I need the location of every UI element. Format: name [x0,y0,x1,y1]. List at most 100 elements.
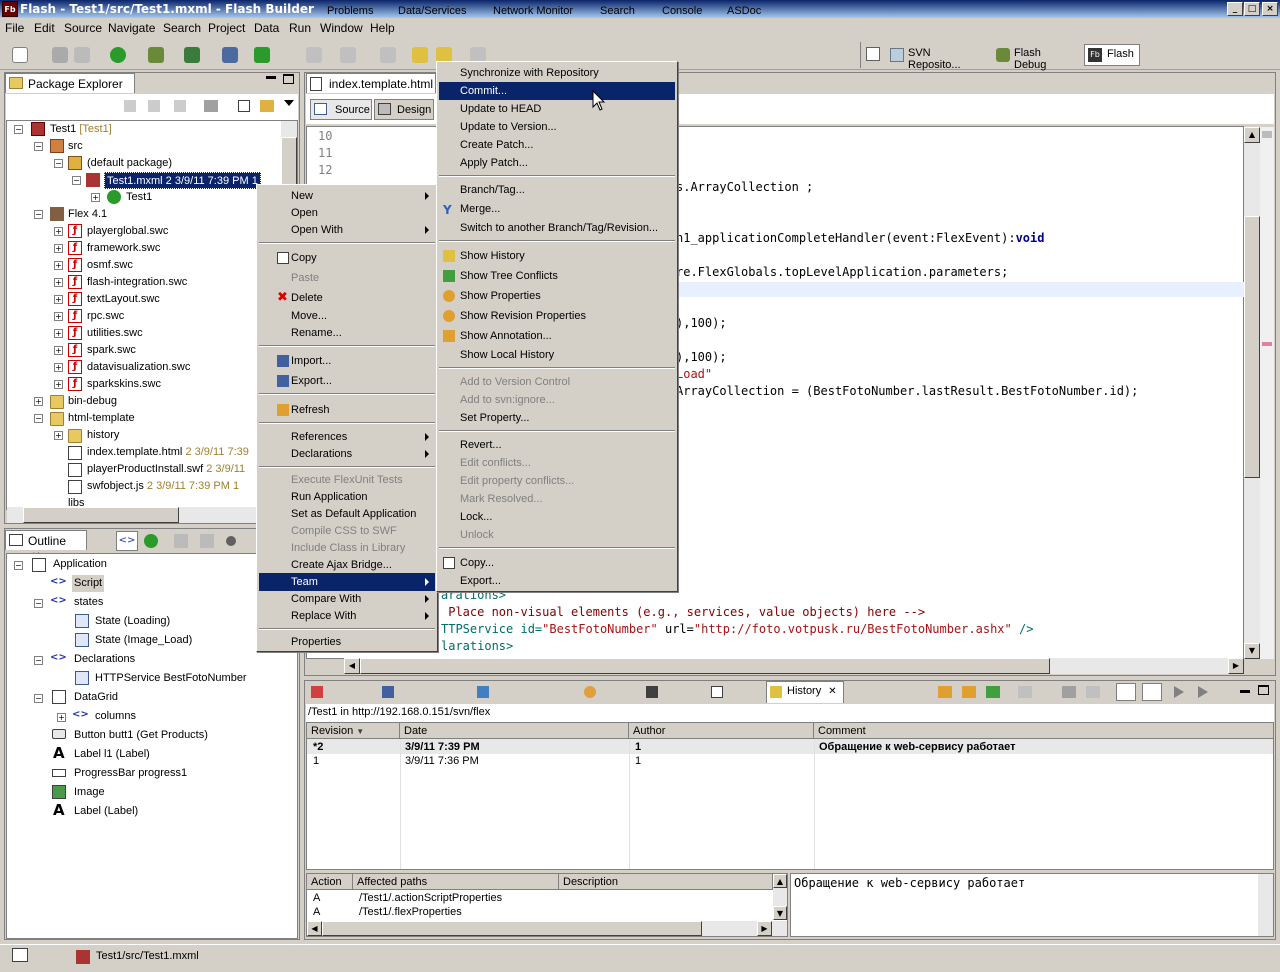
expand-icon[interactable]: + [54,329,63,338]
menu-item-copy[interactable]: Copy [259,249,435,267]
fast-view-icon[interactable] [12,948,28,962]
tree-item-swc[interactable]: textLayout.swc [87,291,160,308]
expand-icon[interactable]: + [54,346,63,355]
menu-item-create-ajax-bridge[interactable]: Create Ajax Bridge... [259,556,435,574]
outline-item-datagrid[interactable]: DataGrid [74,689,118,706]
menu-item-merge[interactable]: Merge... [439,200,675,218]
collapse-icon[interactable]: − [34,694,43,703]
run-icon[interactable] [110,47,126,63]
tree-item-libs[interactable]: libs [68,495,85,507]
menu-item-synchronize[interactable]: Synchronize with Repository [439,64,675,82]
new-icon[interactable] [12,47,28,63]
tree-item-flex41[interactable]: Flex 4.1 [68,206,107,223]
menu-item-delete[interactable]: Delete [259,289,435,307]
open-perspective-icon[interactable] [866,47,880,61]
link-selection-icon[interactable] [938,686,952,698]
back-nav-icon[interactable] [124,100,136,112]
expand-icon[interactable]: + [54,227,63,236]
collapse-all-icon[interactable] [238,100,250,112]
sort-icon[interactable] [174,534,188,548]
forward-nav-icon[interactable] [148,100,160,112]
last-edit-icon[interactable] [412,47,428,63]
menu-data[interactable]: Data [254,21,279,35]
column-header-date[interactable]: Date [400,723,629,739]
export-release-icon[interactable] [222,47,238,63]
scroll-up-icon[interactable]: ▲ [1244,127,1260,143]
clear-filter-icon[interactable] [1086,686,1100,698]
tree-item-index-template[interactable]: index.template.html 2 3/9/11 7:39 [87,444,249,461]
outline-item-label-l1[interactable]: Label l1 (Label) [74,746,150,763]
next-page-icon[interactable] [1174,686,1184,698]
menu-help[interactable]: Help [370,21,395,35]
tree-item-swc[interactable]: sparkskins.swc [87,376,161,393]
scroll-left-icon[interactable]: ◀ [344,658,360,674]
get-all-icon[interactable] [1198,686,1208,698]
menu-item-include-class[interactable]: Include Class in Library [259,539,435,557]
menu-item-update-head[interactable]: Update to HEAD [439,100,675,118]
menu-item-compile-css[interactable]: Compile CSS to SWF [259,522,435,540]
tab-console[interactable]: Console [644,5,702,23]
menu-edit[interactable]: Edit [34,21,55,35]
collapse-icon[interactable]: − [14,561,23,570]
expand-icon[interactable]: + [54,363,63,372]
menu-item-replace-with[interactable]: Replace With [259,607,435,625]
menu-item-paste[interactable]: Paste [259,269,435,287]
close-button[interactable]: × [1262,2,1278,16]
expand-icon[interactable]: + [57,713,66,722]
path-value[interactable]: /Test1/.flexProperties [359,905,462,919]
sync-icon[interactable] [144,534,158,548]
outline-item-button[interactable]: Button butt1 (Get Products) [74,727,208,744]
outline-item-state-image-load[interactable]: State (Image_Load) [95,632,192,649]
paths-hscroll-thumb[interactable] [322,921,702,936]
hide-fields-icon[interactable] [200,534,214,548]
tree-item-html-template[interactable]: html-template [68,410,135,427]
expand-icon[interactable]: + [54,312,63,321]
tab-data-services[interactable]: Data/Services [380,5,468,23]
menu-item-references[interactable]: References [259,428,435,446]
menu-item-rename[interactable]: Rename... [259,324,435,342]
menu-item-import[interactable]: Import... [259,352,435,370]
menu-item-open[interactable]: Open [259,204,435,222]
expand-icon[interactable]: + [54,380,63,389]
annotation-prev-icon[interactable] [380,47,396,63]
scroll-right-icon[interactable]: ▶ [1228,658,1244,674]
collapse-icon[interactable]: − [34,414,43,423]
menu-item-new[interactable]: New [259,187,435,205]
menu-item-set-property[interactable]: Set Property... [439,409,675,427]
menu-item-revert[interactable]: Revert... [439,436,675,454]
menu-item-branch-tag[interactable]: Branch/Tag... [439,181,675,199]
menu-item-apply-patch[interactable]: Apply Patch... [439,154,675,172]
view-menu-icon[interactable] [284,100,294,106]
menu-item-add-svn-ignore[interactable]: Add to svn:ignore... [439,391,675,409]
menu-item-edit-conflicts[interactable]: Edit conflicts... [439,454,675,472]
tree-item-player-install[interactable]: playerProductInstall.swf 2 3/9/11 [87,461,245,478]
collapse-icon[interactable]: − [34,599,43,608]
menu-source[interactable]: Source [64,21,102,35]
menu-item-run-application[interactable]: Run Application [259,488,435,506]
outline-item-states[interactable]: states [74,594,103,611]
menu-item-update-version[interactable]: Update to Version... [439,118,675,136]
menu-item-move[interactable]: Move... [259,307,435,325]
tab-network-monitor[interactable]: Network Monitor [475,5,575,23]
expand-icon[interactable]: + [34,397,43,406]
tree-item-swc[interactable]: rpc.swc [87,308,124,325]
expand-icon[interactable]: + [54,431,63,440]
tree-item-bin-debug[interactable]: bin-debug [68,393,117,410]
maximize-button[interactable]: □ [1244,2,1260,16]
tree-item-swc[interactable]: flash-integration.swc [87,274,187,291]
outline-item-progressbar[interactable]: ProgressBar progress1 [74,765,187,782]
outline-item-label[interactable]: Label (Label) [74,803,138,820]
menu-file[interactable]: File [5,21,24,35]
tree-item-test1[interactable]: Test1 [Test1] [50,121,112,138]
menu-item-commit[interactable]: Commit... [439,82,675,100]
menu-window[interactable]: Window [320,21,363,35]
menu-item-edit-property-conflicts[interactable]: Edit property conflicts... [439,472,675,490]
tree-hscroll-thumb[interactable] [23,507,179,523]
menu-run[interactable]: Run [289,21,311,35]
tree-item-swc[interactable]: spark.swc [87,342,136,359]
tab-index-template[interactable]: index.template.html [306,73,436,93]
expand-icon[interactable]: + [54,261,63,270]
column-header-author[interactable]: Author [629,723,814,739]
menu-item-show-revision-properties[interactable]: Show Revision Properties [439,307,675,325]
comment-vscroll[interactable] [1258,874,1273,936]
